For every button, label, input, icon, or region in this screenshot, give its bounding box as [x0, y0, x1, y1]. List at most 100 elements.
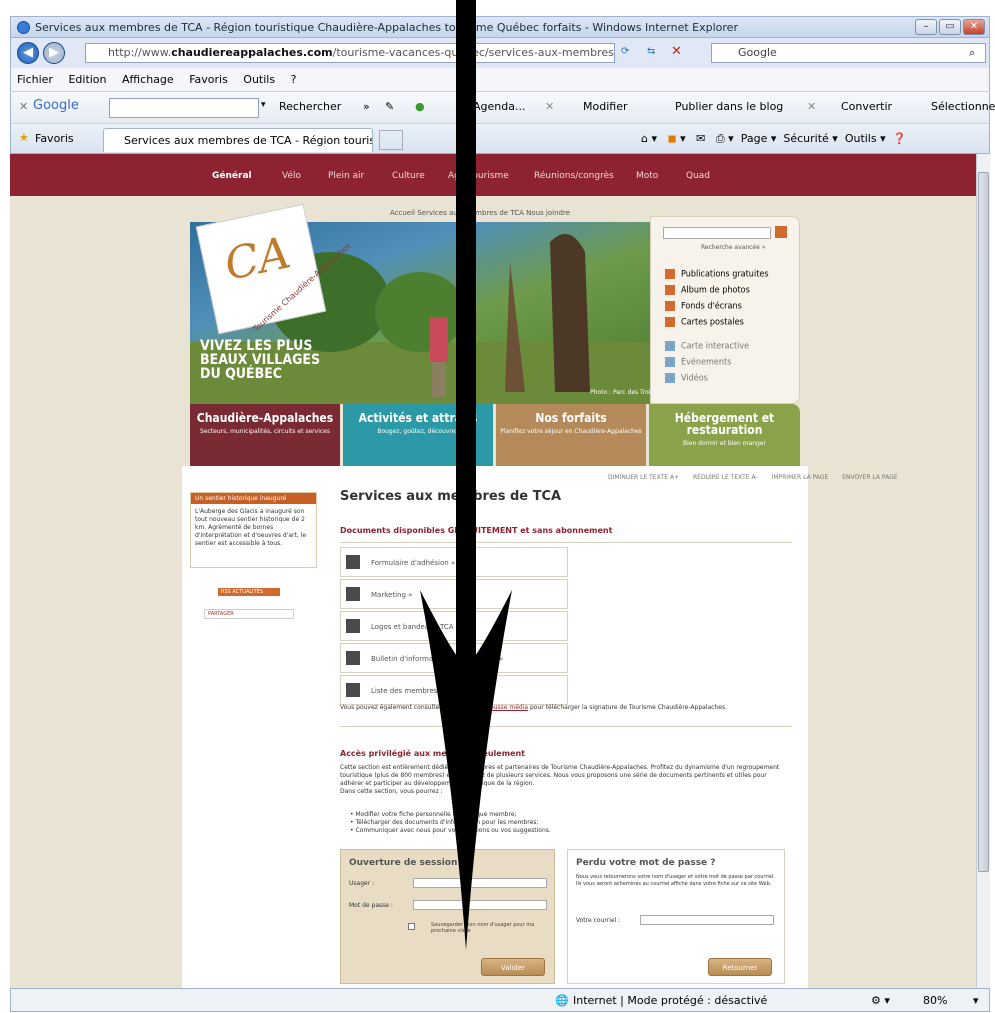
- nav-moto[interactable]: Moto: [636, 171, 658, 181]
- link-evenements[interactable]: Événements: [665, 357, 731, 368]
- tile-hebergement[interactable]: Hébergement et restauration Bien dormir e…: [649, 404, 800, 466]
- mail-icon[interactable]: ✉: [696, 132, 705, 145]
- email-input[interactable]: [640, 915, 774, 925]
- print-icon[interactable]: ⎙: [716, 132, 725, 145]
- menu-affichage[interactable]: Affichage: [116, 68, 180, 91]
- rechercher-button[interactable]: Rechercher: [279, 100, 341, 113]
- close-toolbar-icon[interactable]: ✕: [19, 100, 28, 113]
- outils-menu[interactable]: Outils: [845, 132, 877, 145]
- site-search-button[interactable]: [775, 226, 787, 238]
- doc-bulletin[interactable]: Bulletin d'information aux membres »: [340, 643, 568, 673]
- page-menu[interactable]: Page: [741, 132, 768, 145]
- menu-help[interactable]: ?: [285, 68, 303, 91]
- window-title: Services aux membres de TCA - Région tou…: [35, 21, 738, 34]
- nav-culture[interactable]: Culture: [392, 171, 425, 181]
- menu-outils[interactable]: Outils: [237, 68, 281, 91]
- doc-liste[interactable]: Liste des membres »: [340, 675, 568, 705]
- link-publications[interactable]: Publications gratuites: [665, 269, 769, 280]
- news-header[interactable]: Un sentier historique inauguré: [191, 493, 316, 504]
- doc-marketing[interactable]: Marketing »: [340, 579, 568, 609]
- doc-logos[interactable]: Logos et bandeaux TCA »: [340, 611, 568, 641]
- agenda-button[interactable]: Agenda...: [473, 100, 525, 113]
- nav-reunions[interactable]: Réunions/congrès: [534, 171, 614, 181]
- link-fonds-label: Fonds d'écrans: [681, 301, 742, 312]
- menu-fichier[interactable]: Fichier: [11, 68, 59, 91]
- tile-activites[interactable]: Activités et attraits Bougez, goûtez, déc…: [343, 404, 493, 466]
- protected-mode-icon[interactable]: ⚙ ▾: [871, 994, 890, 1007]
- publications-icon: [665, 269, 675, 279]
- remember-checkbox[interactable]: [408, 923, 415, 930]
- favoris-button[interactable]: Favoris: [35, 132, 74, 145]
- minimize-button[interactable]: –: [915, 19, 937, 35]
- back-button[interactable]: ◀: [17, 42, 39, 64]
- tile-chaudiere[interactable]: Chaudière-Appalaches Secteurs, municipali…: [190, 404, 340, 466]
- new-tab-button[interactable]: [379, 130, 403, 150]
- google-search-input[interactable]: [109, 98, 259, 118]
- close-button[interactable]: ✕: [963, 19, 985, 35]
- link-album-label: Album de photos: [681, 285, 750, 296]
- home-icon[interactable]: ⌂: [641, 132, 648, 145]
- members-intro: Dans cette section, vous pourrez :: [340, 788, 443, 795]
- advanced-search-link[interactable]: Recherche avancée »: [701, 244, 765, 251]
- link-fonds[interactable]: Fonds d'écrans: [665, 301, 742, 312]
- print-page-button[interactable]: IMPRIMER LA PAGE: [772, 474, 829, 481]
- vertical-scrollbar[interactable]: [976, 154, 990, 988]
- securite-menu[interactable]: Sécurité: [783, 132, 828, 145]
- zoom-dropdown-icon[interactable]: ▾: [973, 994, 979, 1007]
- tile-sub: Planifiez votre séjour en Chaudière-Appa…: [500, 428, 642, 435]
- link-album[interactable]: Album de photos: [665, 285, 750, 296]
- breadcrumb[interactable]: Accueil Services aux membres de TCA Nous…: [390, 209, 570, 217]
- selectionner-button[interactable]: Sélectionner: [931, 100, 995, 113]
- more-button[interactable]: »: [363, 100, 370, 113]
- decrease-text-button[interactable]: RÉDUIRE LE TEXTE A-: [693, 474, 758, 481]
- tab-current[interactable]: Services aux membres de TCA - Région tou…: [103, 128, 373, 152]
- help-icon[interactable]: ❓: [893, 132, 907, 145]
- modifier-button[interactable]: Modifier: [583, 100, 627, 113]
- doc-formulaire[interactable]: Formulaire d'adhésion »: [340, 547, 568, 577]
- calendar-icon: [665, 357, 675, 367]
- rss-icon[interactable]: ◼: [668, 132, 677, 145]
- menu-edition[interactable]: Edition: [62, 68, 112, 91]
- media-kit-link[interactable]: Trousse média: [485, 704, 528, 711]
- site-search-input[interactable]: [663, 227, 771, 239]
- nav-general[interactable]: Général: [212, 171, 252, 181]
- menu-bar: Fichier Edition Affichage Favoris Outils…: [10, 68, 990, 92]
- nav-quad[interactable]: Quad: [686, 171, 710, 181]
- password-input[interactable]: [413, 900, 547, 910]
- send-page-button[interactable]: ENVOYER LA PAGE: [842, 474, 897, 481]
- compat-icon[interactable]: ⇆: [647, 46, 655, 57]
- refresh-icon[interactable]: ⟳: [621, 46, 629, 57]
- rss-news-button[interactable]: RSS ACTUALITÉS: [218, 588, 280, 596]
- forward-button[interactable]: ▶: [43, 42, 65, 64]
- retrieve-button[interactable]: Retourner: [708, 958, 772, 976]
- scroll-thumb[interactable]: [978, 172, 989, 872]
- list-icon: [346, 683, 360, 697]
- tile-sub: Bougez, goûtez, découvrez: [377, 428, 459, 435]
- increase-text-button[interactable]: DIMINUER LE TEXTE A+: [608, 474, 679, 481]
- link-videos[interactable]: Vidéos: [665, 373, 708, 384]
- link-carte-interactive[interactable]: Carte interactive: [665, 341, 749, 352]
- address-bar[interactable]: http://www.chaudiereappalaches.com/touri…: [85, 43, 615, 63]
- share-button[interactable]: PARTAGER: [204, 609, 294, 619]
- nav-agrotourisme[interactable]: Agrotourisme: [448, 171, 509, 181]
- search-icon[interactable]: ⌕: [969, 46, 975, 60]
- nav-velo[interactable]: Vélo: [282, 171, 301, 181]
- nav-plein-air[interactable]: Plein air: [328, 171, 364, 181]
- zoom-level[interactable]: 80%: [923, 994, 947, 1007]
- search-box[interactable]: Google: [711, 43, 986, 63]
- username-input[interactable]: [413, 878, 547, 888]
- wrench-icon[interactable]: ✎: [385, 100, 394, 113]
- tile-forfaits[interactable]: Nos forfaits Planifiez votre séjour en Ch…: [496, 404, 646, 466]
- link-cartes[interactable]: Cartes postales: [665, 317, 744, 328]
- login-button[interactable]: Valider: [481, 958, 545, 976]
- bullet-item: • Communiquer avec nous pour vos questio…: [350, 827, 551, 834]
- tca-logo[interactable]: CA Tourisme Chaudière-Appalaches: [195, 203, 353, 335]
- stop-icon[interactable]: ✕: [671, 44, 682, 59]
- convertir-button[interactable]: Convertir: [841, 100, 892, 113]
- zone-status[interactable]: Internet | Mode protégé : désactivé: [573, 994, 767, 1007]
- docs-heading: Documents disponibles GRATUITEMENT et sa…: [340, 526, 613, 535]
- dropdown-icon[interactable]: ▾: [261, 100, 266, 110]
- maximize-button[interactable]: ▭: [939, 19, 961, 35]
- publier-button[interactable]: Publier dans le blog: [675, 100, 783, 113]
- menu-favoris[interactable]: Favoris: [183, 68, 234, 91]
